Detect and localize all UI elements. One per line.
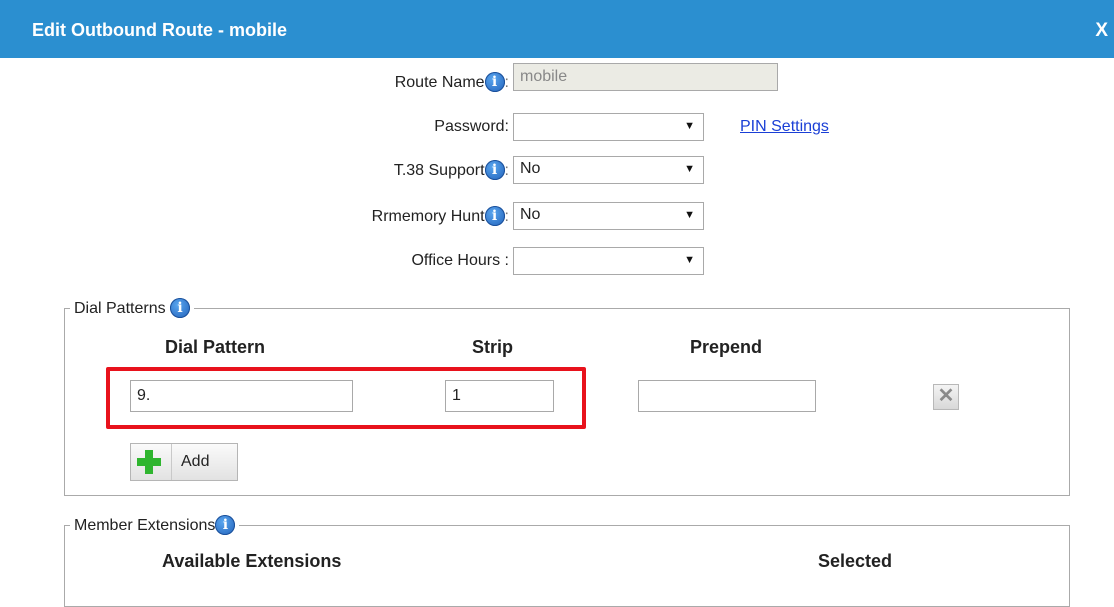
- info-icon[interactable]: i: [484, 160, 505, 180]
- dialog-title-bar: Edit Outbound Route - mobile X: [0, 0, 1114, 58]
- info-icon[interactable]: i: [170, 298, 191, 318]
- password-select[interactable]: ▼: [513, 113, 704, 141]
- dropdown-arrow-icon: ▼: [684, 254, 695, 266]
- add-pattern-button[interactable]: Add: [130, 443, 238, 481]
- route-name-label: Route Name i:: [394, 72, 509, 92]
- dropdown-arrow-icon: ▼: [684, 163, 695, 175]
- prepend-input[interactable]: [638, 380, 816, 412]
- selected-header: Selected: [818, 551, 893, 571]
- dropdown-arrow-icon: ▼: [684, 209, 695, 221]
- t38-support-label: T.38 Support i:: [393, 160, 509, 180]
- t38-support-select[interactable]: No ▼: [513, 156, 704, 184]
- prepend-header: Prepend: [690, 337, 763, 357]
- info-icon[interactable]: i: [484, 72, 505, 92]
- dial-pattern-input[interactable]: [130, 380, 353, 412]
- office-hours-select[interactable]: ▼: [513, 247, 704, 275]
- dropdown-arrow-icon: ▼: [684, 120, 695, 132]
- dial-patterns-legend: Dial Patterns i: [70, 298, 195, 318]
- rrmemory-hunt-select[interactable]: No ▼: [513, 202, 704, 230]
- close-button[interactable]: X: [1095, 20, 1108, 42]
- pin-settings-link[interactable]: PIN Settings: [740, 118, 829, 136]
- strip-input[interactable]: [445, 380, 554, 412]
- rrmemory-hunt-label: Rrmemory Hunt i:: [371, 206, 509, 226]
- dial-pattern-header: Dial Pattern: [165, 337, 266, 357]
- office-hours-label: Office Hours :: [411, 252, 509, 269]
- info-icon[interactable]: i: [484, 206, 505, 226]
- strip-header: Strip: [472, 337, 514, 357]
- plus-icon: [137, 450, 161, 474]
- delete-x-icon[interactable]: ✕: [933, 384, 959, 410]
- route-name-input[interactable]: [513, 63, 778, 91]
- available-extensions-header: Available Extensions: [162, 551, 342, 571]
- dialog-title: Edit Outbound Route - mobile: [32, 20, 287, 40]
- member-extensions-legend: Member Extensions i: [70, 515, 240, 535]
- info-icon[interactable]: i: [215, 515, 236, 535]
- password-label: Password:: [434, 118, 509, 135]
